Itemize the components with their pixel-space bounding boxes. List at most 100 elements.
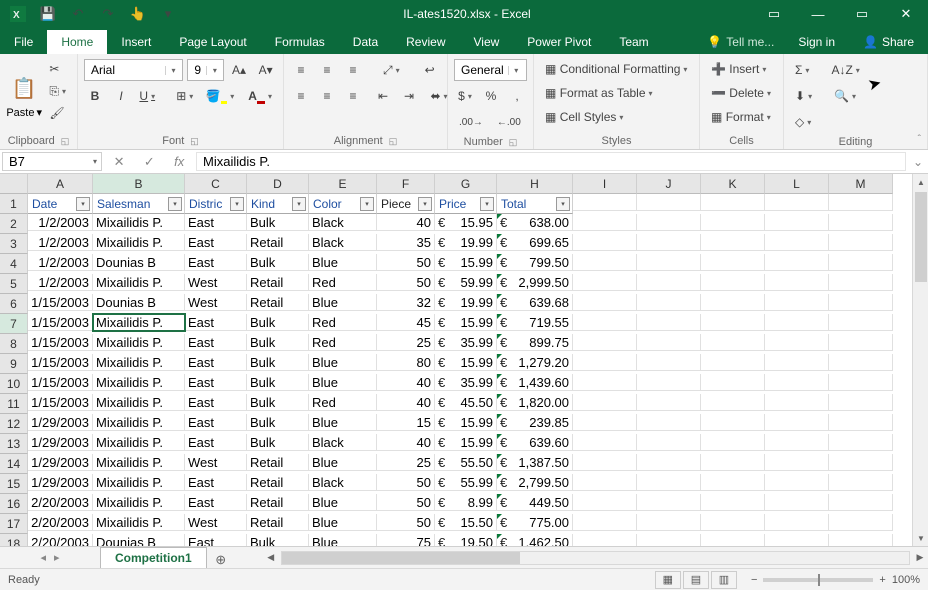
cell-color[interactable]: Black — [309, 214, 377, 231]
cell-district[interactable]: East — [185, 394, 247, 411]
align-bottom-button[interactable]: ≡ — [342, 59, 364, 81]
cell-salesman[interactable]: Mixailidis P. — [93, 314, 185, 331]
zoom-in-icon[interactable]: + — [879, 574, 885, 586]
cell-pieces[interactable]: 45 — [377, 314, 435, 331]
cell-district[interactable]: East — [185, 494, 247, 511]
cell-salesman[interactable]: Dounias B — [93, 254, 185, 271]
filter-header-price[interactable]: Price▾ — [435, 194, 497, 214]
cell-color[interactable]: Red — [309, 314, 377, 331]
cell-kind[interactable]: Bulk — [247, 254, 309, 271]
cell-pieces[interactable]: 75 — [377, 534, 435, 546]
minimize-icon[interactable]: — — [796, 0, 840, 28]
empty-cell[interactable] — [829, 314, 893, 331]
filter-dropdown-icon[interactable]: ▾ — [480, 197, 494, 211]
column-header[interactable]: C — [185, 174, 247, 194]
row-header[interactable]: 3 — [0, 234, 28, 254]
empty-cell[interactable] — [765, 194, 829, 211]
row-header[interactable]: 17 — [0, 514, 28, 534]
filter-dropdown-icon[interactable]: ▾ — [360, 197, 374, 211]
cell-kind[interactable]: Retail — [247, 454, 309, 471]
cell-pieces[interactable]: 35 — [377, 234, 435, 251]
row-header[interactable]: 6 — [0, 294, 28, 314]
cell-pieces[interactable]: 25 — [377, 454, 435, 471]
row-header[interactable]: 2 — [0, 214, 28, 234]
cell-total[interactable]: 1,387.50 — [497, 454, 573, 471]
cell-date[interactable]: 1/15/2003 — [28, 314, 93, 331]
empty-cell[interactable] — [765, 334, 829, 351]
cut-button[interactable]: ✂ — [44, 58, 71, 80]
cell-date[interactable]: 1/29/2003 — [28, 414, 93, 431]
empty-cell[interactable] — [701, 334, 765, 351]
cell-price[interactable]: 19.50 — [435, 534, 497, 546]
column-header[interactable]: F — [377, 174, 435, 194]
ribbon-options-icon[interactable]: ▭ — [752, 0, 796, 28]
cell-total[interactable]: 1,462.50 — [497, 534, 573, 546]
cell-pieces[interactable]: 15 — [377, 414, 435, 431]
cell-price[interactable]: 15.99 — [435, 414, 497, 431]
cell-color[interactable]: Blue — [309, 454, 377, 471]
page-layout-view-icon[interactable]: ▤ — [683, 571, 709, 589]
cell-price[interactable]: 45.50 — [435, 394, 497, 411]
qat-customize-icon[interactable]: ▾ — [154, 2, 182, 26]
cell-color[interactable]: Red — [309, 274, 377, 291]
empty-cell[interactable] — [637, 354, 701, 371]
tell-me-search[interactable]: 💡Tell me... — [697, 30, 784, 54]
font-dialog-icon[interactable]: ◱ — [190, 136, 199, 147]
underline-button[interactable]: U▾ — [136, 85, 159, 107]
empty-cell[interactable] — [701, 214, 765, 231]
row-header[interactable]: 12 — [0, 414, 28, 434]
cell-kind[interactable]: Bulk — [247, 414, 309, 431]
cell-price[interactable]: 15.99 — [435, 314, 497, 331]
cell-kind[interactable]: Retail — [247, 234, 309, 251]
align-top-button[interactable]: ≡ — [290, 59, 312, 81]
cell-salesman[interactable]: Mixailidis P. — [93, 434, 185, 451]
empty-cell[interactable] — [637, 514, 701, 531]
cell-salesman[interactable]: Mixailidis P. — [93, 514, 185, 531]
column-header[interactable]: G — [435, 174, 497, 194]
cell-kind[interactable]: Bulk — [247, 314, 309, 331]
font-size-combo[interactable]: 9▾ — [187, 59, 223, 81]
cell-total[interactable]: 775.00 — [497, 514, 573, 531]
zoom-out-icon[interactable]: − — [751, 574, 757, 586]
maximize-icon[interactable]: ▭ — [840, 0, 884, 28]
sheet-tab-competition1[interactable]: Competition1 — [100, 547, 207, 568]
alignment-dialog-icon[interactable]: ◱ — [389, 136, 398, 147]
empty-cell[interactable] — [765, 274, 829, 291]
cell-total[interactable]: 1,820.00 — [497, 394, 573, 411]
cell-price[interactable]: 15.50 — [435, 514, 497, 531]
cell-salesman[interactable]: Mixailidis P. — [93, 394, 185, 411]
empty-cell[interactable] — [573, 534, 637, 546]
sheet-nav-first-icon[interactable]: ◂ — [40, 551, 46, 564]
vertical-scrollbar[interactable]: ▲ ▼ — [912, 174, 928, 546]
scrollbar-thumb[interactable] — [915, 192, 927, 282]
cell-pieces[interactable]: 80 — [377, 354, 435, 371]
worksheet-grid[interactable]: ABCDEFGHIJKLM1Date▾Salesman▾Distric▾Kind… — [0, 174, 928, 546]
empty-cell[interactable] — [637, 214, 701, 231]
empty-cell[interactable] — [701, 234, 765, 251]
cell-kind[interactable]: Bulk — [247, 334, 309, 351]
cell-district[interactable]: West — [185, 274, 247, 291]
empty-cell[interactable] — [701, 354, 765, 371]
cell-price[interactable]: 59.99 — [435, 274, 497, 291]
filter-header-total[interactable]: Total▾ — [497, 194, 573, 214]
empty-cell[interactable] — [829, 254, 893, 271]
row-header[interactable]: 1 — [0, 194, 28, 214]
column-header[interactable]: A — [28, 174, 93, 194]
empty-cell[interactable] — [637, 374, 701, 391]
cell-total[interactable]: 2,799.50 — [497, 474, 573, 491]
empty-cell[interactable] — [829, 434, 893, 451]
cell-price[interactable]: 15.99 — [435, 354, 497, 371]
cell-total[interactable]: 638.00 — [497, 214, 573, 231]
filter-header-color[interactable]: Color▾ — [309, 194, 377, 214]
cell-price[interactable]: 55.99 — [435, 474, 497, 491]
collapse-ribbon-icon[interactable]: ˆ — [918, 134, 921, 145]
scroll-up-icon[interactable]: ▲ — [913, 174, 928, 190]
cell-salesman[interactable]: Mixailidis P. — [93, 234, 185, 251]
insert-function-icon[interactable]: fx — [174, 154, 184, 169]
cell-district[interactable]: East — [185, 214, 247, 231]
empty-cell[interactable] — [573, 434, 637, 451]
decrease-indent-button[interactable]: ⇤ — [372, 85, 394, 107]
cell-color[interactable]: Black — [309, 234, 377, 251]
cell-district[interactable]: East — [185, 254, 247, 271]
cell-total[interactable]: 1,439.60 — [497, 374, 573, 391]
